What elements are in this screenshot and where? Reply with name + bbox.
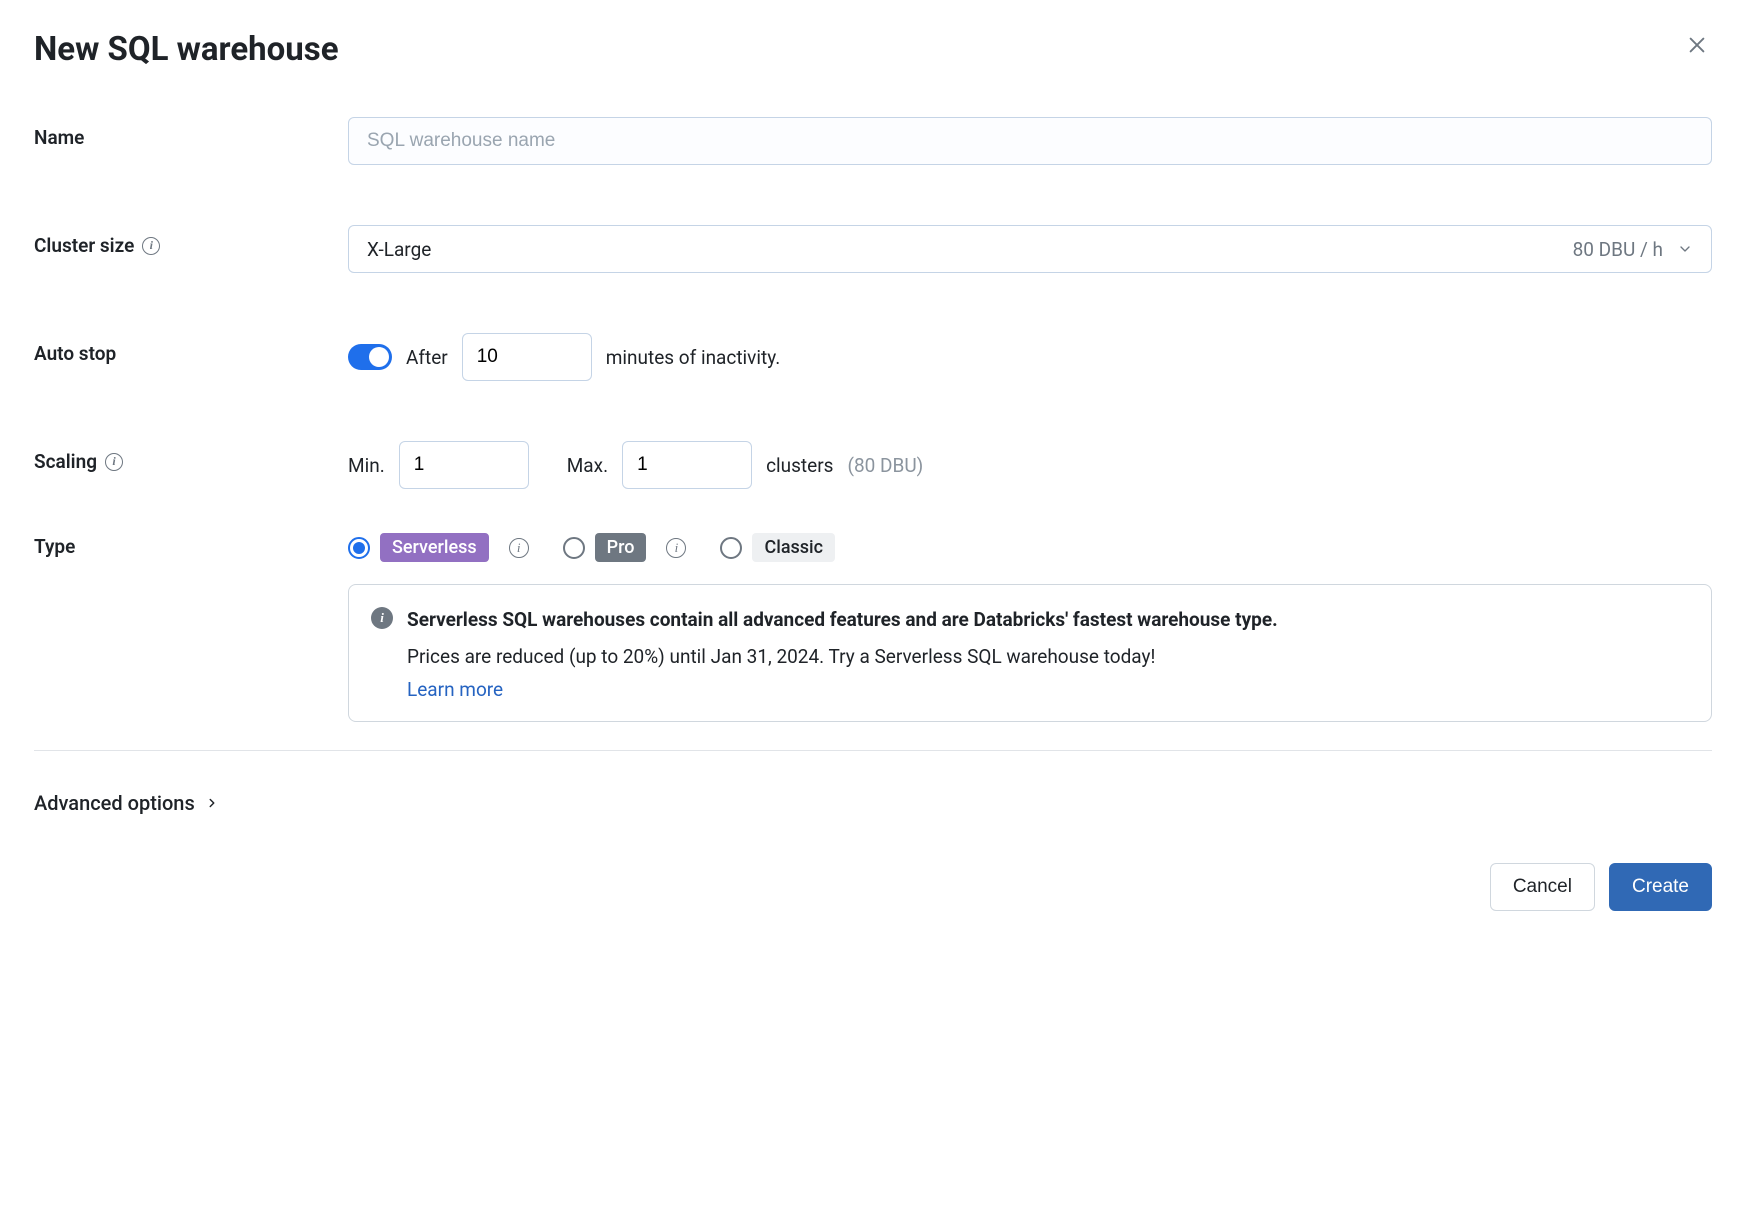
advanced-options-label: Advanced options (34, 791, 195, 815)
type-badge-classic[interactable]: Classic (752, 533, 835, 562)
name-input[interactable] (348, 117, 1712, 165)
info-icon: i (371, 607, 393, 629)
cluster-size-label: Cluster size (34, 234, 134, 257)
scaling-min-label: Min. (348, 454, 385, 477)
page-title: New SQL warehouse (34, 30, 339, 69)
learn-more-link[interactable]: Learn more (407, 678, 503, 701)
divider (34, 750, 1712, 751)
auto-stop-label: Auto stop (34, 333, 348, 365)
auto-stop-minutes-input[interactable] (462, 333, 592, 381)
create-button[interactable]: Create (1609, 863, 1712, 911)
info-icon[interactable]: i (105, 453, 123, 471)
cluster-size-dbu: 80 DBU / h (1573, 238, 1663, 261)
scaling-max-input[interactable] (622, 441, 752, 489)
scaling-max-label: Max. (567, 454, 608, 477)
info-icon[interactable]: i (509, 538, 529, 558)
cluster-size-select[interactable]: X-Large 80 DBU / h (348, 225, 1712, 273)
cancel-button[interactable]: Cancel (1490, 863, 1595, 911)
type-radio-serverless[interactable] (348, 537, 370, 559)
type-badge-pro[interactable]: Pro (595, 533, 647, 562)
close-button[interactable] (1682, 30, 1712, 60)
type-badge-serverless[interactable]: Serverless (380, 533, 489, 562)
scaling-label: Scaling (34, 450, 97, 473)
cluster-size-value: X-Large (367, 238, 431, 261)
type-info-box: i Serverless SQL warehouses contain all … (348, 584, 1712, 722)
advanced-options-toggle[interactable]: Advanced options (34, 791, 1712, 815)
type-radio-classic[interactable] (720, 537, 742, 559)
type-info-title: Serverless SQL warehouses contain all ad… (407, 605, 1689, 634)
chevron-down-icon (1677, 241, 1693, 257)
scaling-clusters-label: clusters (766, 454, 833, 477)
auto-stop-toggle[interactable] (348, 344, 392, 370)
info-icon[interactable]: i (142, 237, 160, 255)
type-radio-pro[interactable] (563, 537, 585, 559)
auto-stop-suffix: minutes of inactivity. (606, 346, 781, 369)
close-icon (1686, 34, 1708, 56)
name-label: Name (34, 117, 348, 149)
type-label: Type (34, 533, 348, 558)
auto-stop-after: After (406, 346, 448, 369)
type-info-body: Prices are reduced (up to 20%) until Jan… (407, 642, 1689, 671)
scaling-dbu: (80 DBU) (847, 454, 923, 477)
scaling-min-input[interactable] (399, 441, 529, 489)
chevron-right-icon (205, 796, 219, 810)
info-icon[interactable]: i (666, 538, 686, 558)
